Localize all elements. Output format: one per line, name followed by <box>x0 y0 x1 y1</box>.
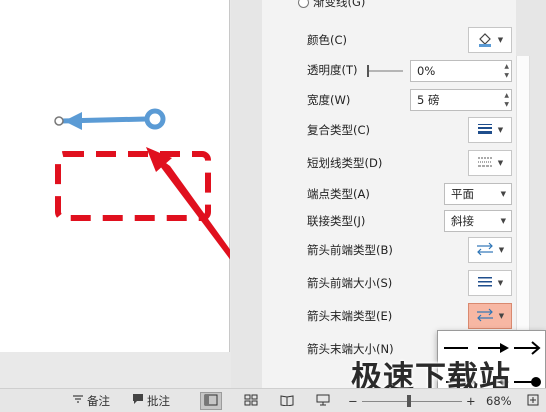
cap-type-value: 平面 <box>451 187 474 201</box>
dashed-rectangle-shape[interactable] <box>55 151 211 221</box>
paint-bucket-icon <box>477 31 493 50</box>
chevron-down-icon: ▼ <box>497 279 504 287</box>
join-type-row: 联接类型(J) <box>307 210 365 232</box>
join-type-select[interactable]: 斜接 ▼ <box>444 210 512 232</box>
transparency-row: 透明度(T) <box>307 59 358 81</box>
transparency-label: 透明度(T) <box>307 63 358 77</box>
canvas-gutter <box>231 0 262 388</box>
begin-arrow-size-row: 箭头前端大小(S) <box>307 272 392 294</box>
cap-type-row: 端点类型(A) <box>307 183 370 205</box>
chevron-down-icon: ▼ <box>500 190 506 198</box>
begin-arrow-type-button[interactable]: ▼ <box>468 237 512 263</box>
red-pointer-arrow-shape <box>148 150 230 260</box>
fit-window-icon <box>527 394 539 409</box>
comment-icon <box>132 392 144 410</box>
end-arrow-size-row: 箭头末端大小(N) <box>307 338 394 360</box>
begin-arrow-type-row: 箭头前端类型(B) <box>307 239 393 261</box>
comments-button[interactable]: 批注 <box>132 392 170 410</box>
arrow-type-icon <box>476 308 494 325</box>
arrow-option-diamond-head <box>499 377 509 387</box>
begin-arrow-size-label: 箭头前端大小(S) <box>307 276 393 290</box>
compound-type-row: 复合类型(C) <box>307 119 370 141</box>
dash-type-row: 短划线类型(D) <box>307 152 382 174</box>
dash-type-button[interactable]: ▼ <box>468 150 512 176</box>
comments-label: 批注 <box>147 394 170 408</box>
end-arrow-type-button[interactable]: ▼ <box>468 303 512 329</box>
color-button[interactable]: ▼ <box>468 27 512 53</box>
compound-type-label: 复合类型(C) <box>307 123 371 137</box>
arrow-option-stealth-head <box>468 377 476 387</box>
transparency-slider-thumb[interactable] <box>367 65 369 77</box>
chevron-down-icon: ▼ <box>498 246 505 254</box>
join-type-label: 联接类型(J) <box>307 214 366 228</box>
width-input[interactable]: 5 磅 ▲ ▼ <box>410 89 512 111</box>
normal-view-button[interactable] <box>200 392 222 410</box>
arrow-option-triangle-head <box>500 343 509 353</box>
dash-lines-icon <box>477 155 493 172</box>
zoom-slider-track[interactable] <box>362 401 462 402</box>
spin-arrows-icon[interactable]: ▲ ▼ <box>504 91 509 109</box>
zoom-out-button[interactable]: − <box>348 392 358 410</box>
presentation-icon <box>316 394 330 409</box>
slide-sorter-button[interactable] <box>240 392 262 410</box>
begin-arrow-size-button[interactable]: ▼ <box>468 270 512 296</box>
fit-to-window-button[interactable] <box>522 392 544 410</box>
chevron-down-icon: ▼ <box>497 126 504 134</box>
normal-view-icon <box>204 394 218 409</box>
book-icon <box>280 394 294 409</box>
transparency-input[interactable]: 0% ▲ ▼ <box>410 60 512 82</box>
join-type-value: 斜接 <box>451 214 474 228</box>
chevron-down-icon: ▼ <box>500 217 506 225</box>
chevron-down-icon: ▼ <box>497 36 504 44</box>
gradient-line-radio[interactable] <box>298 0 309 8</box>
cap-type-select[interactable]: 平面 ▼ <box>444 183 512 205</box>
compound-type-button[interactable]: ▼ <box>468 117 512 143</box>
zoom-slider-thumb[interactable] <box>407 395 411 407</box>
notes-button[interactable]: 备注 <box>72 392 110 410</box>
color-label: 颜色(C) <box>307 33 348 47</box>
end-arrow-type-label: 箭头末端类型(E) <box>307 309 393 323</box>
width-value: 5 磅 <box>417 93 440 107</box>
zoom-minus-label: − <box>348 394 358 408</box>
transparency-value: 0% <box>417 64 436 78</box>
arrow-type-icon <box>476 242 494 259</box>
zoom-level[interactable]: 68% <box>486 392 512 410</box>
notes-icon <box>72 392 84 410</box>
cap-type-label: 端点类型(A) <box>307 187 370 201</box>
gradient-line-label: 渐变线(G) <box>313 0 366 9</box>
width-label: 宽度(W) <box>307 93 351 107</box>
notes-label: 备注 <box>87 394 110 408</box>
end-arrow-size-label: 箭头末端大小(N) <box>307 342 394 356</box>
status-bar: 备注 批注 − + 68% <box>0 388 546 412</box>
slide-sorter-icon <box>244 394 258 409</box>
reading-view-button[interactable] <box>276 392 298 410</box>
end-arrow-type-row: 箭头末端类型(E) <box>307 305 392 327</box>
slide-drawing <box>54 108 230 260</box>
slide-canvas[interactable] <box>0 0 230 352</box>
line-start-handle[interactable] <box>54 116 64 126</box>
arrow-size-icon <box>477 275 493 292</box>
line-end-handle[interactable] <box>144 108 166 130</box>
zoom-in-button[interactable]: + <box>466 392 476 410</box>
spin-arrows-icon[interactable]: ▲ ▼ <box>504 62 509 80</box>
chevron-down-icon: ▼ <box>497 159 504 167</box>
chevron-down-icon: ▼ <box>498 312 505 320</box>
width-row: 宽度(W) <box>307 89 350 111</box>
compound-lines-icon <box>477 122 493 139</box>
dash-type-label: 短划线类型(D) <box>307 156 383 170</box>
arrow-head-shape <box>64 112 82 130</box>
zoom-plus-label: + <box>466 394 476 408</box>
begin-arrow-type-label: 箭头前端类型(B) <box>307 243 393 257</box>
color-row: 颜色(C) <box>307 29 347 51</box>
arrow-option-oval-head <box>531 377 541 387</box>
slideshow-button[interactable] <box>312 392 334 410</box>
transparency-slider-track[interactable] <box>367 70 403 72</box>
gradient-line-option[interactable]: 渐变线(G) <box>298 0 365 11</box>
zoom-value: 68% <box>486 394 512 408</box>
